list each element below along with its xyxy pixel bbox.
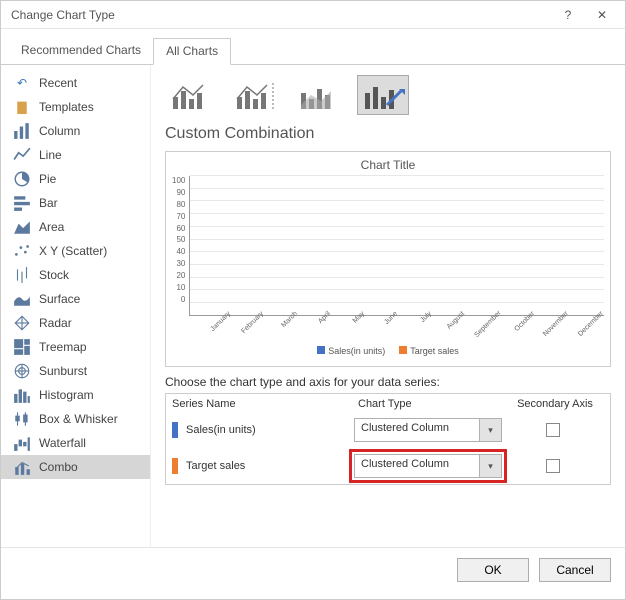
series-name-2: Target sales [186,460,354,472]
sidebar-item-label: Sunburst [39,364,87,378]
sidebar-item-combo[interactable]: Combo [1,455,150,479]
tab-all-charts[interactable]: All Charts [153,38,231,65]
sidebar-item-label: Treemap [39,340,87,354]
sidebar-item-label: Radar [39,316,72,330]
chart-category-sidebar: ↶ Recent ▇ Templates Column Line Pie Bar A… [1,65,151,547]
dialog-footer: OK Cancel [1,547,625,592]
sidebar-item-label: Histogram [39,388,94,402]
sidebar-item-label: Pie [39,172,56,186]
plot-area [189,176,604,316]
ok-button[interactable]: OK [457,558,529,582]
column-icon [13,123,31,139]
y-axis: 1009080706050403020100 [172,176,189,316]
tabstrip: Recommended Charts All Charts [1,37,625,65]
sidebar-item-area[interactable]: Area [1,215,150,239]
sidebar-item-waterfall[interactable]: Waterfall [1,431,150,455]
series-header: Series Name Chart Type Secondary Axis [166,394,610,412]
combo-subtype-1[interactable] [165,75,217,115]
combo-subtype-2[interactable] [229,75,281,115]
sidebar-item-histogram[interactable]: Histogram [1,383,150,407]
sidebar-item-scatter[interactable]: X Y (Scatter) [1,239,150,263]
sidebar-item-label: X Y (Scatter) [39,244,107,258]
secondary-axis-checkbox-2[interactable] [546,459,560,473]
pie-icon [13,171,31,187]
radar-icon [13,315,31,331]
surface-icon [13,291,31,307]
series-name-1: Sales(in units) [186,424,354,436]
sidebar-item-stock[interactable]: Stock [1,263,150,287]
combo-subtype-3[interactable] [293,75,345,115]
combo-icon [13,459,31,475]
sidebar-item-label: Surface [39,292,80,306]
sidebar-item-line[interactable]: Line [1,143,150,167]
sidebar-item-label: Bar [39,196,58,210]
chevron-down-icon: ▾ [479,455,501,477]
window-title: Change Chart Type [11,8,115,22]
sidebar-item-label: Combo [39,460,78,474]
sidebar-item-surface[interactable]: Surface [1,287,150,311]
tab-recommended-charts[interactable]: Recommended Charts [9,38,153,65]
header-series-name: Series Name [172,398,358,410]
chart-title: Chart Title [172,158,604,172]
box-whisker-icon [13,411,31,427]
combo-subtype-row [165,75,611,115]
bar-icon [13,195,31,211]
secondary-axis-checkbox-1[interactable] [546,423,560,437]
sidebar-item-label: Stock [39,268,69,282]
series-swatch-1 [172,422,178,438]
cancel-button[interactable]: Cancel [539,558,611,582]
scatter-icon [13,243,31,259]
sidebar-item-pie[interactable]: Pie [1,167,150,191]
help-button[interactable]: ? [551,1,585,29]
sidebar-item-label: Column [39,124,80,138]
header-chart-type: Chart Type [358,398,506,410]
sidebar-item-treemap[interactable]: Treemap [1,335,150,359]
sidebar-item-box-whisker[interactable]: Box & Whisker [1,407,150,431]
sidebar-item-column[interactable]: Column [1,119,150,143]
chevron-down-icon: ▾ [479,419,501,441]
titlebar: Change Chart Type ? ✕ [1,1,625,29]
sidebar-item-label: Waterfall [39,436,86,450]
series-type-select-1[interactable]: Clustered Column ▾ [354,418,502,442]
sidebar-item-label: Recent [39,76,77,90]
sidebar-item-templates[interactable]: ▇ Templates [1,95,150,119]
templates-icon: ▇ [13,99,31,115]
combo-subtype-custom[interactable] [357,75,409,115]
sidebar-item-radar[interactable]: Radar [1,311,150,335]
treemap-icon [13,339,31,355]
sidebar-item-label: Area [39,220,64,234]
series-prompt: Choose the chart type and axis for your … [165,375,611,389]
main-panel: Custom Combination Chart Title 100908070… [151,65,625,547]
highlight-box: Clustered Column ▾ [349,449,507,483]
stock-icon [13,267,31,283]
series-swatch-2 [172,458,178,474]
series-row-1: Sales(in units) Clustered Column ▾ [166,412,610,448]
area-icon [13,219,31,235]
line-icon [13,147,31,163]
histogram-icon [13,387,31,403]
header-secondary-axis: Secondary Axis [506,398,604,410]
sidebar-item-recent[interactable]: ↶ Recent [1,71,150,95]
window-controls: ? ✕ [551,1,619,29]
section-title: Custom Combination [165,125,611,143]
recent-icon: ↶ [13,75,31,91]
series-table: Series Name Chart Type Secondary Axis Sa… [165,393,611,485]
sidebar-item-bar[interactable]: Bar [1,191,150,215]
close-button[interactable]: ✕ [585,1,619,29]
chart-preview: Chart Title 1009080706050403020100 Janua… [165,151,611,367]
sidebar-item-label: Box & Whisker [39,412,118,426]
sidebar-item-label: Templates [39,100,94,114]
sunburst-icon [13,363,31,379]
series-type-select-2[interactable]: Clustered Column ▾ [354,454,502,478]
series-row-2: Target sales Clustered Column ▾ [166,448,610,484]
waterfall-icon [13,435,31,451]
sidebar-item-label: Line [39,148,62,162]
x-axis: JanuaryFebruaryMarchAprilMayJuneJulyAugu… [172,316,604,344]
sidebar-item-sunburst[interactable]: Sunburst [1,359,150,383]
